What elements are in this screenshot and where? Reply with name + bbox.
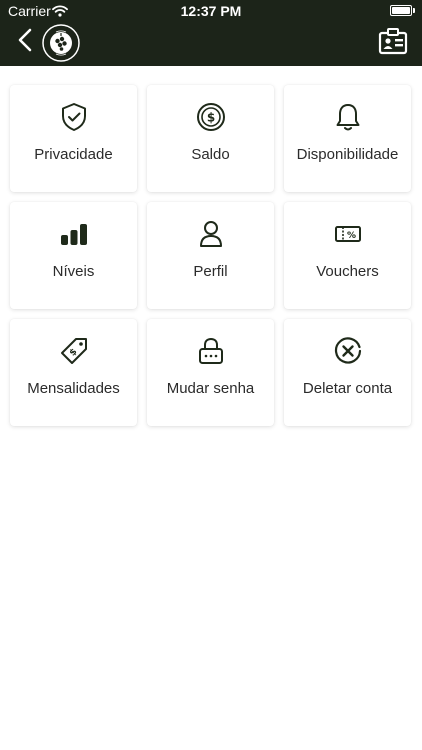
menu-tile-privacidade[interactable]: Privacidade [10, 85, 137, 192]
back-button[interactable] [14, 28, 36, 56]
svg-text:%: % [346, 231, 355, 241]
settings-menu-grid: Privacidade $ Saldo Disponibilidade Níve… [10, 85, 411, 426]
menu-tile-niveis[interactable]: Níveis [10, 202, 137, 309]
menu-tile-mensalidades[interactable]: $ Mensalidades [10, 319, 137, 426]
chevron-left-icon [18, 28, 32, 57]
price-tag-icon: $ [10, 335, 137, 367]
brand-logo [42, 24, 80, 62]
menu-tile-label: Níveis [52, 263, 95, 280]
menu-tile-label: Disponibilidade [296, 146, 399, 163]
menu-tile-deletar-conta[interactable]: Deletar conta [284, 319, 411, 426]
menu-tile-disponibilidade[interactable]: Disponibilidade [284, 85, 411, 192]
menu-tile-label: Deletar conta [302, 380, 393, 397]
menu-tile-label: Mensalidades [27, 380, 120, 397]
menu-tile-label: Privacidade [34, 146, 113, 163]
battery-icon [390, 5, 415, 16]
menu-tile-vouchers[interactable]: % Vouchers [284, 202, 411, 309]
app-header: Carrier 12:37 PM [0, 0, 422, 66]
x-circle-icon [284, 335, 411, 367]
member-card-button[interactable] [378, 28, 408, 56]
id-card-icon [378, 28, 408, 60]
menu-tile-label: Saldo [191, 146, 230, 163]
user-icon [147, 218, 274, 250]
menu-tile-perfil[interactable]: Perfil [147, 202, 274, 309]
status-time: 12:37 PM [180, 3, 242, 19]
signal-bars-icon [10, 218, 137, 250]
lock-icon [147, 335, 274, 367]
bell-icon [284, 101, 411, 133]
voucher-ticket-icon: % [284, 218, 411, 250]
dollar-coin-icon: $ [147, 101, 274, 133]
svg-text:$: $ [206, 111, 214, 125]
menu-tile-label: Vouchers [316, 263, 379, 280]
status-bar: Carrier 12:37 PM [0, 0, 422, 22]
menu-tile-label: Mudar senha [166, 380, 255, 397]
menu-tile-mudar-senha[interactable]: Mudar senha [147, 319, 274, 426]
shield-check-icon [10, 101, 137, 133]
menu-tile-label: Perfil [193, 263, 228, 280]
menu-tile-saldo[interactable]: $ Saldo [147, 85, 274, 192]
